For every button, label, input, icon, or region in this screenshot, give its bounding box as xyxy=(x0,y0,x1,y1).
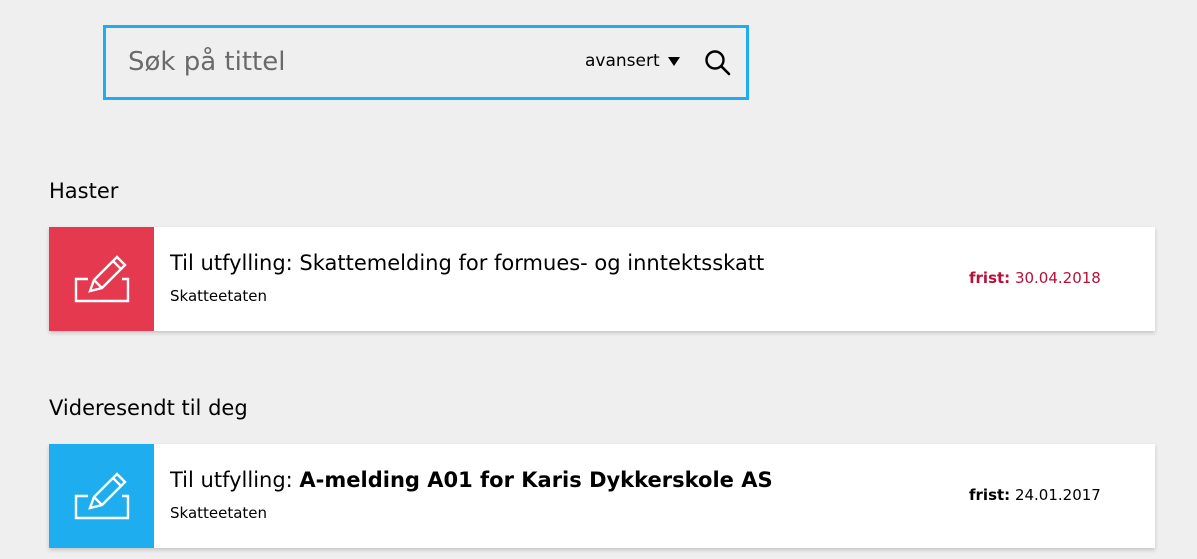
deadline-value: 30.04.2018 xyxy=(1014,269,1101,287)
message-tile xyxy=(49,444,154,548)
message-tile xyxy=(49,227,154,331)
section-heading-forwarded: Videresendt til deg xyxy=(49,396,248,420)
message-card-forwarded[interactable]: Til utfylling: A-melding A01 for Karis D… xyxy=(49,444,1155,548)
deadline-value: 24.01.2017 xyxy=(1014,486,1101,504)
search-input[interactable] xyxy=(128,44,558,80)
caret-down-icon xyxy=(667,56,680,66)
deadline-label: frist: xyxy=(969,269,1011,287)
message-title: Til utfylling: Skattemelding for formues… xyxy=(170,251,764,275)
message-title-text: A-melding A01 for Karis Dykkerskole AS xyxy=(299,468,773,492)
section-heading-urgent: Haster xyxy=(49,179,119,203)
search-icon[interactable] xyxy=(704,49,732,77)
edit-form-icon xyxy=(74,472,129,520)
message-title: Til utfylling: A-melding A01 for Karis D… xyxy=(170,468,773,492)
advanced-search-label: avansert xyxy=(585,51,660,71)
search-box: avansert xyxy=(103,25,749,100)
deadline-label: frist: xyxy=(969,486,1011,504)
message-title-text: Skattemelding for formues- og inntektssk… xyxy=(299,251,765,275)
message-card-urgent[interactable]: Til utfylling: Skattemelding for formues… xyxy=(49,227,1155,331)
message-status-prefix: Til utfylling: xyxy=(170,468,300,492)
deadline: frist: 30.04.2018 xyxy=(969,269,1101,287)
message-sender: Skatteetaten xyxy=(170,287,268,305)
message-status-prefix: Til utfylling: xyxy=(170,251,300,275)
deadline: frist: 24.01.2017 xyxy=(969,486,1101,504)
advanced-search-toggle[interactable]: avansert xyxy=(585,51,680,71)
message-sender: Skatteetaten xyxy=(170,504,268,522)
edit-form-icon xyxy=(74,255,129,303)
